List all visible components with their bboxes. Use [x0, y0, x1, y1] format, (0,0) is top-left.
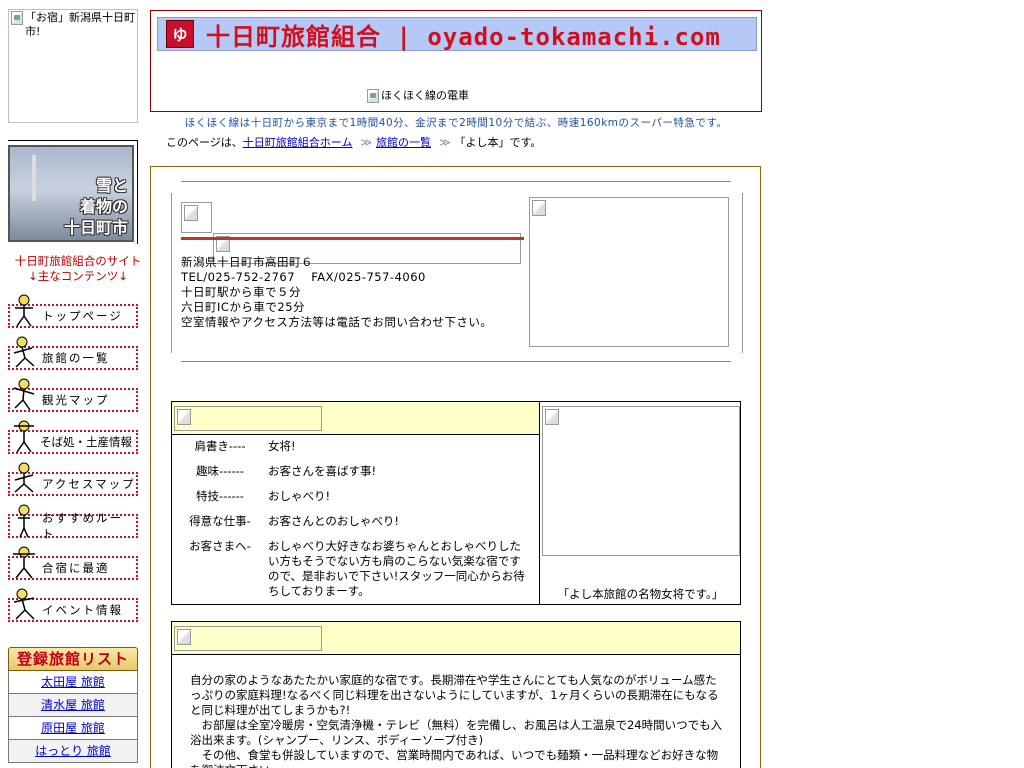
photo-caption: 「よし本旅館の名物女将です。」: [557, 587, 724, 601]
main-nav: トップページ 旅館の一覧 観光マップ そば処・土産情報 アクセスマップ おすすめ…: [8, 292, 138, 628]
okami-photo: [542, 406, 740, 556]
broken-image-icon: [367, 89, 379, 103]
logo-alt-text: 「お宿」新潟県十日町市!: [25, 11, 135, 38]
profile-title-image: [174, 406, 322, 431]
double-chevron-right-icon: ≫: [438, 135, 451, 149]
train-image: ほくほく線の電車: [367, 89, 469, 103]
list-item: 太田屋 旅館: [8, 671, 138, 694]
breadcrumb-current: 「よし本」です。: [454, 136, 542, 149]
description-table: 自分の家のようなあたたかい家庭的な宿です。長期滞在や学生さんにとても人気なのがボ…: [171, 621, 741, 768]
stick-figure-icon: [13, 588, 35, 620]
stick-figure-icon: [13, 546, 35, 579]
divider: [181, 361, 731, 362]
stick-figure-icon: [15, 294, 33, 327]
description-paragraph: その他、食堂も併設していますので、営業時間内であれば、いつでも麺類・一品料理など…: [190, 748, 719, 768]
accent-divider: [181, 237, 524, 240]
inquiry-line: 空室情報やアクセス方法等は電話でお問い合わせ下さい。: [181, 315, 493, 329]
nav-item-recommended-route[interactable]: おすすめルート: [8, 502, 138, 544]
divider: [181, 181, 731, 182]
banner-line: 十日町市: [63, 218, 128, 237]
title-banner[interactable]: ゆ 十日町旅館組合 | oyado-tokamachi.com: [157, 17, 757, 51]
banner-line: 雪と: [95, 176, 128, 195]
phone-line: TEL/025-752-2767 FAX/025-757-4060: [181, 270, 426, 284]
address-block: 新潟県十日町市高田町６ TEL/025-752-2767 FAX/025-757…: [181, 255, 492, 330]
site-logo[interactable]: 「お宿」新潟県十日町市!: [8, 9, 138, 123]
description-paragraph: 自分の家のようなあたたかい家庭的な宿です。長期滞在や学生さんにとても人気なのがボ…: [190, 673, 719, 717]
profile-header: [172, 402, 539, 435]
nav-item-sightseeing-map[interactable]: 観光マップ: [8, 376, 138, 418]
stick-figure-icon: [14, 462, 34, 493]
breadcrumb-list-link[interactable]: 旅館の一覧: [376, 134, 431, 150]
breadcrumb: このページは、 十日町旅館組合ホーム ≫ 旅館の一覧 ≫ 「よし本」です。: [166, 134, 542, 150]
banner-line: 着物の: [79, 197, 128, 216]
description-body: 自分の家のようなあたたかい家庭的な宿です。長期滞在や学生さんにとても人気なのがボ…: [172, 655, 740, 768]
ryokan-link-shimizu[interactable]: 清水屋 旅館: [41, 698, 105, 712]
ryokan-exterior-photo: [529, 197, 729, 347]
stick-figure-icon: [18, 504, 30, 538]
table-row: お客さまへ- おしゃべり大好きなお婆ちゃんとおしゃべりしたい方もそうでない方も肩…: [189, 539, 525, 598]
nav-item-ryokan-list[interactable]: 旅館の一覧: [8, 334, 138, 376]
list-item: はっとり 旅館: [8, 740, 138, 763]
nav-item-top[interactable]: トップページ: [8, 292, 138, 334]
yu-mark-icon: ゆ: [166, 20, 194, 48]
list-title: 登録旅館リスト: [8, 647, 138, 671]
stick-figure-icon: [13, 336, 35, 368]
nav-item-training-camp[interactable]: 合宿に最適: [8, 544, 138, 586]
description-title-image: [174, 626, 322, 651]
nav-item-soba-souvenir[interactable]: そば処・土産情報: [8, 418, 138, 460]
okami-profile-table: 肩書き---- 女将! 趣味------ お客さんを喜ばす事! 特技------…: [171, 401, 741, 605]
ryokan-icon-image: [181, 202, 212, 233]
main-content: 新潟県十日町市高田町６ TEL/025-752-2767 FAX/025-757…: [150, 166, 761, 768]
ryokan-link-ota[interactable]: 太田屋 旅館: [41, 675, 105, 689]
train-alt-text: ほくほく線の電車: [381, 89, 469, 102]
double-chevron-right-icon: ≫: [360, 135, 372, 149]
nav-item-access-map[interactable]: アクセスマップ: [8, 460, 138, 502]
ryokan-link-hattori[interactable]: はっとり 旅館: [35, 744, 111, 758]
stick-figure-icon: [14, 420, 34, 453]
address-line: 新潟県十日町市高田町６: [181, 255, 313, 269]
table-row: 特技------ おしゃべり!: [196, 489, 331, 503]
page-header: ゆ 十日町旅館組合 | oyado-tokamachi.com ほくほく線の電車: [150, 10, 762, 112]
page-title: 十日町旅館組合 | oyado-tokamachi.com: [206, 22, 721, 51]
list-item: 清水屋 旅館: [8, 694, 138, 717]
table-row: 趣味------ お客さんを喜ばす事!: [196, 464, 377, 478]
ryokan-link-harada[interactable]: 原田屋 旅館: [41, 721, 105, 735]
access-line: 十日町駅から車で５分: [181, 285, 301, 299]
nav-item-events[interactable]: イベント情報: [8, 586, 138, 628]
description-header: [172, 622, 740, 655]
access-line: 六日町ICから車で25分: [181, 300, 306, 314]
stick-figure-icon: [13, 378, 35, 411]
tagline: ほくほく線は十日町から東京まで1時間40分、金沢まで2時間10分で結ぶ、時速16…: [184, 117, 728, 129]
site-note: 十日町旅館組合のサイト ↓主なコンテンツ↓: [14, 254, 142, 283]
list-item: 原田屋 旅館: [8, 717, 138, 740]
description-paragraph: お部屋は全室冷暖房・空気清浄機・テレビ（無料）を完備し、お風呂は人工温泉で24時…: [190, 718, 723, 747]
banner-snow-kimono[interactable]: 雪と 着物の 十日町市: [8, 145, 134, 242]
table-row: 得意な仕事- お客さんとのおしゃべり!: [189, 514, 399, 528]
registered-ryokan-list: 登録旅館リスト 太田屋 旅館 清水屋 旅館 原田屋 旅館 はっとり 旅館: [8, 647, 138, 763]
broken-image-icon: [11, 11, 23, 25]
banner-tower: [32, 155, 36, 201]
table-row: 肩書き---- 女将!: [194, 439, 296, 453]
breadcrumb-home-link[interactable]: 十日町旅館組合ホーム: [243, 134, 353, 150]
